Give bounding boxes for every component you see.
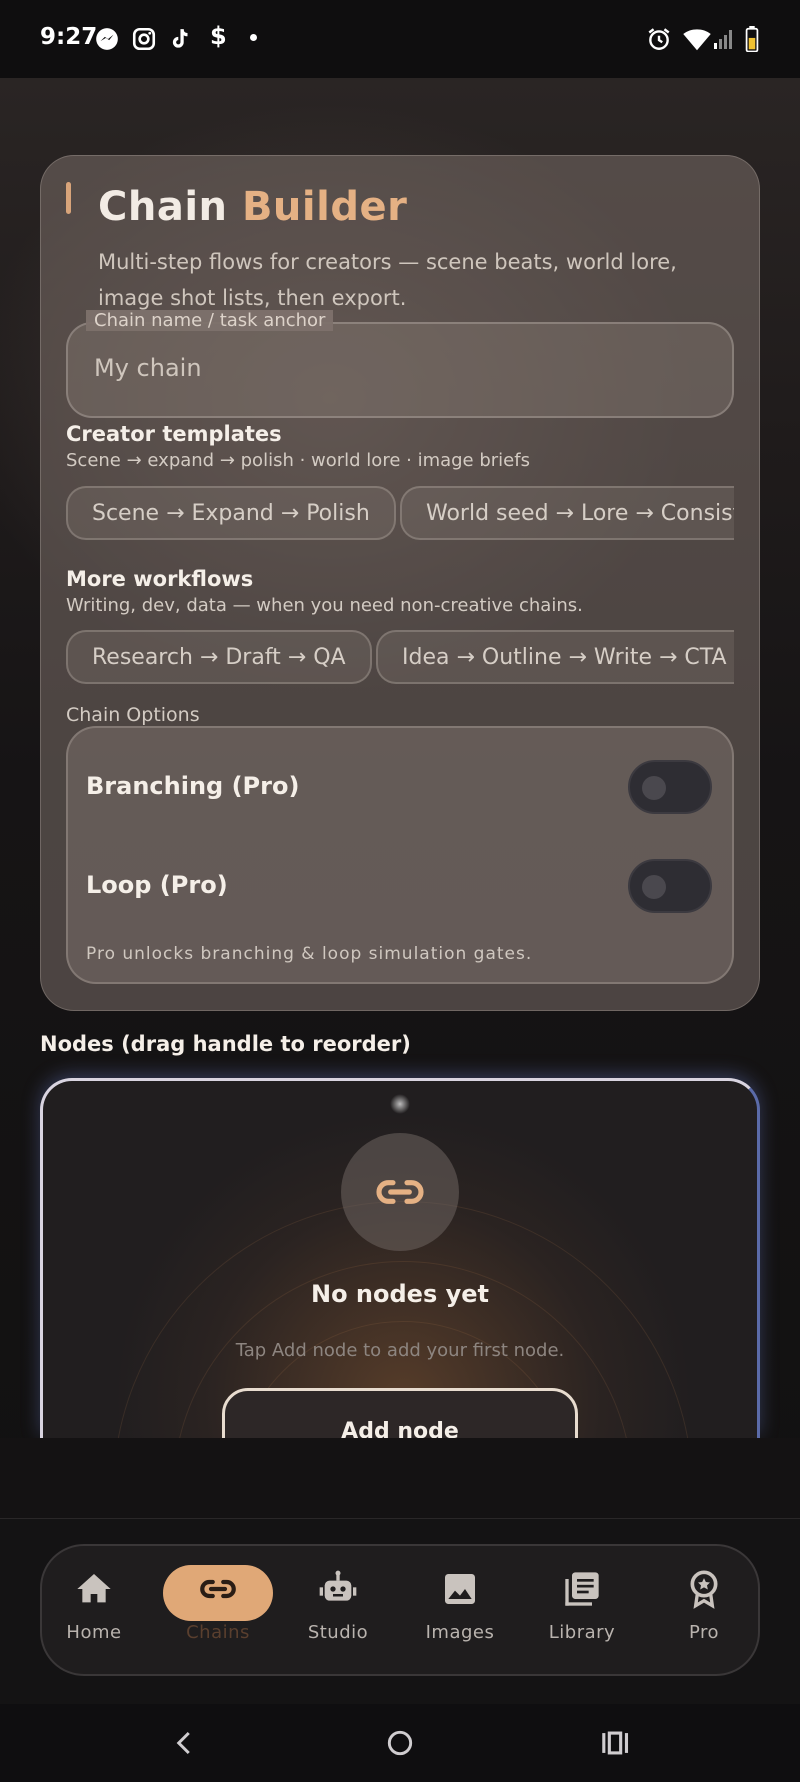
dot-icon — [250, 34, 257, 41]
status-bar — [0, 0, 800, 78]
nav-chains[interactable]: Chains — [164, 1556, 272, 1666]
robot-icon — [319, 1570, 357, 1601]
nav-label-pro: Pro — [688, 1622, 720, 1643]
battery-icon — [745, 26, 759, 52]
tiktok-icon — [172, 29, 188, 48]
wifi-icon — [683, 29, 711, 51]
image-icon — [445, 1574, 475, 1604]
library-icon — [565, 1572, 599, 1606]
empty-title: No nodes yet — [311, 1280, 489, 1308]
signal-icon — [714, 30, 732, 49]
page-subtitle: Multi-step flows for creators — scene be… — [98, 250, 677, 310]
more-workflows-chips: Research → Draft → QA Idea → Outline → W… — [66, 630, 734, 686]
title-accent-bar — [66, 182, 71, 214]
scroll-cutoff — [0, 1438, 800, 1518]
chain-name-label: Chain name / task anchor — [86, 310, 334, 331]
creator-templates-chips: Scene → Expand → Polish World seed → Lor… — [66, 486, 734, 542]
nodes-title: Nodes (drag handle to reorder) — [40, 1032, 411, 1056]
recents-icon[interactable] — [598, 1726, 632, 1760]
loop-label: Loop (Pro) — [86, 871, 228, 899]
link-icon — [376, 1180, 424, 1204]
home-icon — [77, 1574, 111, 1603]
nav-label-library: Library — [548, 1622, 616, 1643]
empty-desc: Tap Add node to add your first node. — [235, 1340, 565, 1361]
cash-app-icon: $ — [210, 22, 227, 50]
loop-toggle[interactable] — [628, 859, 712, 913]
nav-images[interactable]: Images — [406, 1556, 514, 1666]
creator-templates-title: Creator templates — [66, 422, 282, 446]
glow-dot — [390, 1094, 410, 1114]
nav-library[interactable]: Library — [528, 1556, 636, 1666]
nav-pro[interactable]: Pro — [650, 1556, 758, 1666]
badge-star-icon — [690, 1570, 718, 1609]
nav-label-images: Images — [425, 1622, 495, 1643]
nav-home[interactable]: Home — [40, 1556, 148, 1666]
back-icon[interactable] — [170, 1726, 200, 1760]
pro-note: Pro unlocks branching & loop simulation … — [86, 944, 533, 964]
template-chip-world[interactable]: World seed → Lore → Consistency — [400, 486, 734, 540]
link-badge — [341, 1133, 459, 1251]
page-title: Chain Builder — [98, 184, 408, 230]
template-chip-scene[interactable]: Scene → Expand → Polish — [66, 486, 396, 540]
nav-label-studio: Studio — [307, 1622, 369, 1643]
more-workflows-title: More workflows — [66, 567, 254, 591]
branching-toggle-knob — [642, 776, 666, 800]
instagram-icon — [132, 27, 156, 51]
chain-options-label: Chain Options — [66, 704, 200, 726]
more-workflows-desc: Writing, dev, data — when you need non-c… — [66, 595, 583, 616]
nav-label-home: Home — [66, 1622, 122, 1643]
chain-name-value[interactable]: My chain — [94, 354, 202, 382]
home-circle-icon[interactable] — [384, 1726, 416, 1760]
nodes-empty-card — [40, 1078, 760, 1438]
alarm-icon — [648, 28, 670, 50]
branching-label: Branching (Pro) — [86, 772, 300, 800]
loop-toggle-knob — [642, 875, 666, 899]
workflow-chip-idea[interactable]: Idea → Outline → Write → CTA — [376, 630, 734, 684]
messenger-icon — [96, 28, 118, 50]
nav-label-chains: Chains — [186, 1622, 250, 1643]
branching-toggle[interactable] — [628, 760, 712, 814]
creator-templates-desc: Scene → expand → polish · world lore · i… — [66, 450, 530, 471]
status-time: 9:27 — [40, 24, 98, 50]
link-icon — [200, 1579, 236, 1599]
nav-studio[interactable]: Studio — [284, 1556, 392, 1666]
workflow-chip-research[interactable]: Research → Draft → QA — [66, 630, 372, 684]
